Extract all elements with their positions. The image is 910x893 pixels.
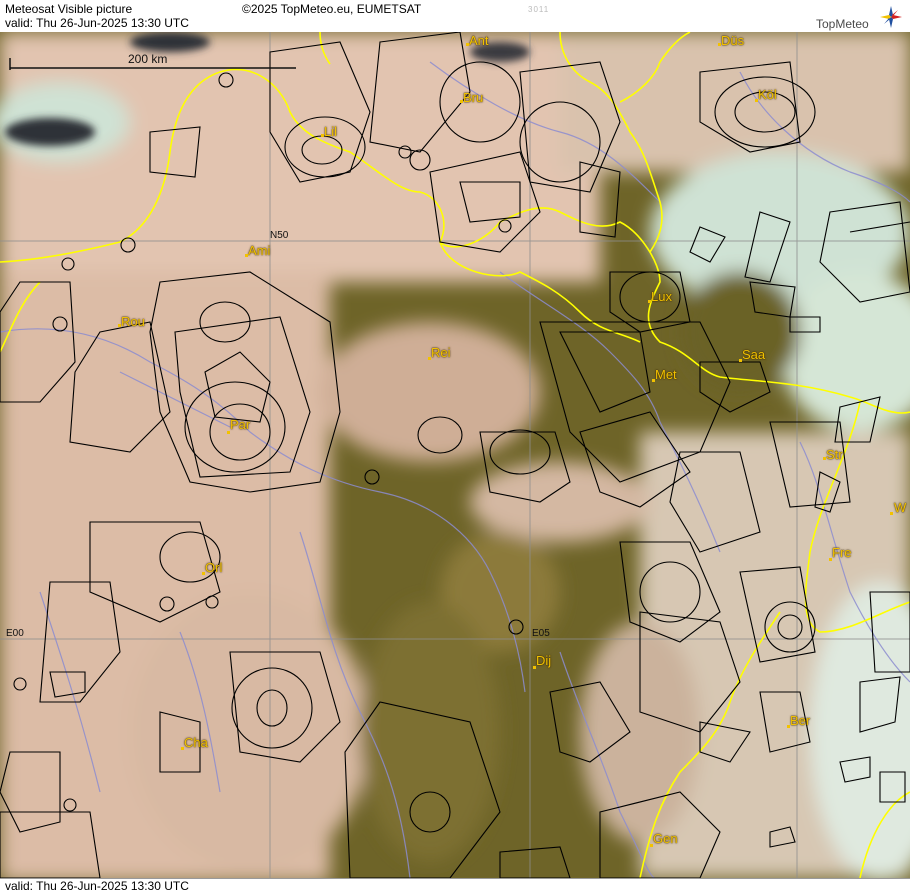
valid-time-bottom: valid: Thu 26-Jun-2025 13:30 UTC [5,879,189,893]
city-label-w: W [894,500,907,515]
scale-label: 200 km [128,52,168,66]
city-label-koln: Köl [758,87,777,102]
city-label-luxembourg: Lux [651,289,672,304]
city-dot-strasbourg [823,457,826,460]
image-code: 3011 [528,5,550,14]
city-label-metz: Met [655,367,677,382]
valid-time-top: valid: Thu 26-Jun-2025 13:30 UTC [5,16,189,30]
map-canvas [0,32,910,878]
city-dot-reims [428,357,431,360]
city-dot-geneva [650,844,653,847]
city-label-dijon: Dij [536,653,552,668]
city-dot-lille [321,134,324,137]
city-dot-paris [227,431,230,434]
city-label-paris: Par [230,417,251,432]
city-dot-dusseldorf [718,43,721,46]
topmeteo-logo-icon [880,6,902,28]
city-label-orleans: Orl [205,560,223,575]
city-dot-saarbrucken [739,359,742,362]
city-label-reims: Rei [431,345,451,360]
city-dot-luxembourg [648,300,651,303]
city-dot-chateauroux [181,747,184,750]
city-label-antwerp: Ant [469,33,489,48]
city-dot-freiburg [829,558,832,561]
city-label-lille: Lil [324,124,338,139]
header-bar: Meteosat Visible picture valid: Thu 26-J… [0,0,910,33]
city-dot-brussels [460,100,463,103]
city-label-geneva: Gen [653,831,678,846]
city-label-strasbourg: Str [826,447,843,462]
city-dot-koln [755,99,758,102]
city-label-bern: Ber [790,713,811,728]
city-dot-amiens [245,254,248,257]
footer-bar: valid: Thu 26-Jun-2025 13:30 UTC [0,878,910,893]
city-dot-rouen [118,324,121,327]
city-label-dusseldorf: Düs [721,33,745,48]
city-label-freiburg: Fre [832,545,852,560]
city-dot-metz [652,379,655,382]
weather-map-page: Meteosat Visible picture valid: Thu 26-J… [0,0,910,893]
city-label-rouen: Rou [121,314,145,329]
city-label-chateauroux: Cha [184,735,208,750]
brand-name: TopMeteo [816,17,869,31]
grid-label-e05: E05 [532,628,550,639]
grid-label-e00: E00 [6,628,24,639]
city-label-saarbrucken: Saa [742,347,766,362]
city-dot-w [890,512,893,515]
product-title: Meteosat Visible picture [5,2,133,16]
city-label-amiens: Ami [248,243,271,258]
satellite-map[interactable]: 200 km N50 E00 E05 Ant Düs Bru Köl Lil A… [0,32,910,878]
city-label-brussels: Bru [463,90,484,105]
city-dot-bern [787,725,790,728]
city-dot-orleans [202,572,205,575]
copyright-notice: ©2025 TopMeteo.eu, EUMETSAT [242,2,422,16]
city-dot-dijon [533,666,536,669]
grid-label-n50: N50 [270,230,289,241]
city-dot-antwerp [466,43,469,46]
